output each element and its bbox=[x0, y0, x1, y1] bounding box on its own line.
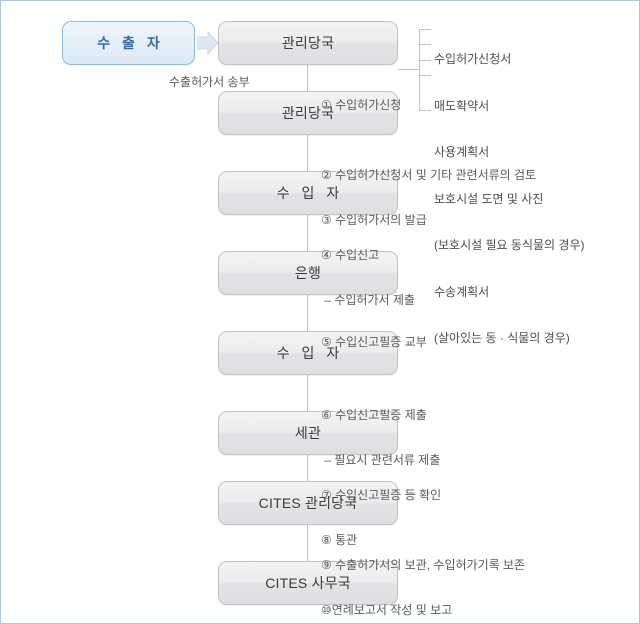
bracket-tick bbox=[420, 110, 431, 111]
step-line: ⑥ 수입신고필증 제출 bbox=[321, 408, 427, 422]
bracket-tick bbox=[420, 44, 431, 45]
flowchart-canvas: 수 출 자 수출허가서 송부 관리당국 관리당국 수 입 자 은행 수 입 자 … bbox=[0, 0, 640, 624]
bracket-spine bbox=[419, 29, 420, 111]
document-item: 수입허가신청서 bbox=[434, 52, 512, 66]
document-item-note: (보호시설 필요 동식물의 경우) bbox=[434, 238, 585, 252]
node-exporter-label: 수 출 자 bbox=[97, 35, 164, 51]
node-management-authority-1: 관리당국 bbox=[218, 21, 398, 65]
right-arrow-icon bbox=[196, 30, 219, 56]
node-label: 관리당국 bbox=[281, 35, 335, 51]
connector-2 bbox=[307, 135, 308, 171]
step-line: ⑩연례보고서 작성 및 보고 bbox=[321, 603, 453, 617]
document-item-note: (살아있는 동 · 식물의 경우) bbox=[434, 331, 570, 345]
step-line: ⑤ 수입신고필증 교부 bbox=[321, 335, 427, 349]
document-item: 보호시설 도면 및 사진 bbox=[434, 191, 544, 206]
connector-3 bbox=[307, 215, 308, 251]
node-label: 세관 bbox=[294, 425, 322, 441]
step-label-7: ⑨ 수출허가서의 보관, 수입허가기록 보존 ⑩연례보고서 작성 및 보고 bbox=[321, 528, 526, 623]
bracket-tick bbox=[420, 75, 431, 76]
bracket-tick bbox=[420, 29, 431, 30]
step-label-4: ⑤ 수입신고필증 교부 bbox=[321, 305, 427, 380]
connector-4 bbox=[307, 295, 308, 331]
step-label-1: ① 수입허가신청 bbox=[321, 68, 401, 143]
arrow-label-export-permit: 수출허가서 송부 bbox=[169, 75, 250, 89]
required-documents-list: 수입허가신청서 매도확약서 사용계획서 보호시설 도면 및 사진 (보호시설 필… bbox=[434, 21, 584, 378]
step-line: ⑨ 수출허가서의 보관, 수입허가기록 보존 bbox=[321, 558, 526, 572]
document-item: 수송계획서 bbox=[434, 284, 490, 299]
connector-5 bbox=[307, 375, 308, 411]
step-line: ④ 수입신고 bbox=[321, 248, 380, 262]
connector-1 bbox=[307, 65, 308, 91]
document-item: 매도확약서 bbox=[434, 98, 490, 113]
step-line: ① 수입허가신청 bbox=[321, 98, 402, 112]
step-line: ⑦ 수입신고필증 등 확인 bbox=[321, 488, 442, 502]
document-item: 사용계획서 bbox=[434, 145, 490, 159]
bracket-lead-line bbox=[398, 69, 419, 70]
node-label: 은행 bbox=[294, 265, 322, 281]
node-exporter: 수 출 자 bbox=[62, 21, 195, 65]
bracket-tick bbox=[420, 60, 431, 61]
